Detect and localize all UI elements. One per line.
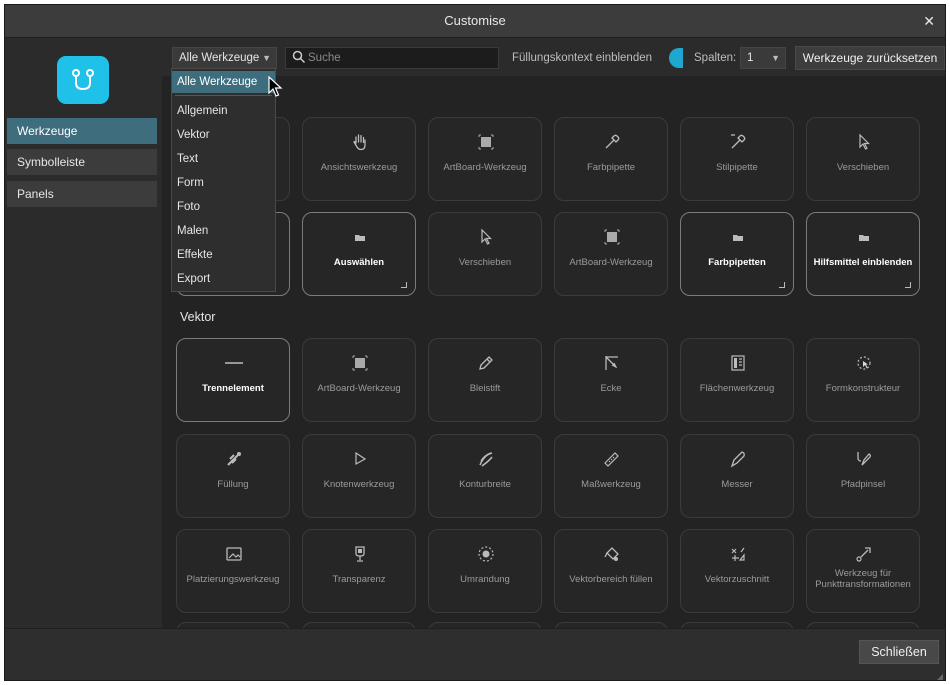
dropdown-item-malen[interactable]: Malen xyxy=(172,220,275,242)
dropdown-item-alle-werkzeuge[interactable]: Alle Werkzeuge xyxy=(172,71,275,93)
columns-select-value: 1 xyxy=(747,52,754,64)
chevron-down-icon: ▼ xyxy=(771,53,780,63)
footer: Schließen ◢ xyxy=(5,628,945,680)
tool-tile[interactable]: ArtBoard-Werkzeug xyxy=(302,338,416,422)
artboard-icon xyxy=(352,355,368,371)
category-dropdown: Alle Werkzeuge Allgemein Vektor Text For… xyxy=(171,68,276,292)
search-box[interactable] xyxy=(285,47,499,69)
tool-tile[interactable]: ArtBoard-Werkzeug xyxy=(554,212,668,296)
dropdown-item-foto[interactable]: Foto xyxy=(172,196,275,218)
search-icon xyxy=(292,50,306,64)
folder-icon xyxy=(355,235,365,241)
group-corner-icon xyxy=(401,282,407,288)
separator-icon xyxy=(225,362,243,364)
folder-icon xyxy=(733,235,743,241)
reset-tools-button[interactable]: Werkzeuge zurücksetzen xyxy=(795,46,945,70)
mouse-cursor-icon xyxy=(268,76,283,97)
tool-tile[interactable]: Formkonstrukteur xyxy=(806,338,920,422)
fill-context-toggle[interactable] xyxy=(669,48,683,68)
fill-icon xyxy=(227,452,241,466)
area-tool-icon xyxy=(731,355,745,371)
dropdown-separator xyxy=(175,95,272,96)
category-select[interactable]: Alle Werkzeuge ▼ xyxy=(172,47,277,69)
knife-icon xyxy=(730,451,745,468)
pointer-icon xyxy=(859,133,870,150)
corner-icon xyxy=(605,356,618,370)
group-corner-icon xyxy=(905,282,911,288)
resize-grip-icon[interactable]: ◢ xyxy=(937,672,943,680)
tool-tile[interactable]: Ansichtswerkzeug xyxy=(302,117,416,201)
dropdown-item-allgemein[interactable]: Allgemein xyxy=(172,100,275,122)
shape-builder-icon xyxy=(857,356,871,370)
tool-tile[interactable]: Flächenwerkzeug xyxy=(680,338,794,422)
tool-tile[interactable]: Verschieben xyxy=(806,117,920,201)
eyedropper-icon xyxy=(605,134,620,149)
tool-tile[interactable]: Umrandung xyxy=(428,529,542,613)
node-tool-icon xyxy=(355,451,367,466)
dropdown-item-text[interactable]: Text xyxy=(172,148,275,170)
tool-tile[interactable]: Vektorzuschnitt xyxy=(680,529,794,613)
tool-tile[interactable]: Knotenwerkzeug xyxy=(302,434,416,518)
artboard-icon xyxy=(604,229,620,245)
close-icon[interactable]: ✕ xyxy=(923,5,935,37)
tools-panel: Alle Werkzeuge ▼ Füllungskontext einblen… xyxy=(162,38,945,628)
tool-tile[interactable]: Transparenz xyxy=(302,529,416,613)
chevron-down-icon: ▼ xyxy=(262,53,271,63)
contour-width-icon xyxy=(479,452,493,467)
close-button[interactable]: Schließen xyxy=(859,640,939,664)
point-transform-icon xyxy=(856,547,871,562)
dropdown-item-export[interactable]: Export xyxy=(172,268,275,290)
pointer-icon xyxy=(481,228,492,245)
tool-tile[interactable]: Füllung xyxy=(176,434,290,518)
path-brush-icon xyxy=(857,452,871,466)
tool-tile[interactable]: Messer xyxy=(680,434,794,518)
tool-tile[interactable]: Stilpipette xyxy=(680,117,794,201)
transparency-icon xyxy=(355,546,365,562)
style-picker-icon xyxy=(731,134,746,149)
tool-tile[interactable]: Verschieben xyxy=(428,212,542,296)
app-logo-icon xyxy=(57,56,109,104)
columns-label: Spalten: xyxy=(694,52,737,64)
tool-tile[interactable]: Konturbreite xyxy=(428,434,542,518)
vector-crop-icon xyxy=(731,547,745,561)
sidebar-item-symbolleiste[interactable]: Symbolleiste xyxy=(7,149,157,175)
group-corner-icon xyxy=(779,282,785,288)
sidebar-item-werkzeuge[interactable]: Werkzeuge xyxy=(7,118,157,144)
tool-tile[interactable]: Ecke xyxy=(554,338,668,422)
category-select-value: Alle Werkzeuge xyxy=(179,52,260,64)
sidebar-item-panels[interactable]: Panels xyxy=(7,181,157,207)
dropdown-item-vektor[interactable]: Vektor xyxy=(172,124,275,146)
measure-icon xyxy=(604,452,619,467)
tool-tile[interactable]: Auswählen xyxy=(302,212,416,296)
customise-window: Customise ✕ Werkzeuge Symbolleiste Panel… xyxy=(4,4,946,681)
folder-icon xyxy=(859,235,869,241)
toolbar: Alle Werkzeuge ▼ Füllungskontext einblen… xyxy=(162,38,945,76)
dropdown-item-effekte[interactable]: Effekte xyxy=(172,244,275,266)
dropdown-item-form[interactable]: Form xyxy=(172,172,275,194)
sidebar: Werkzeuge Symbolleiste Panels xyxy=(5,38,162,628)
tool-tile[interactable]: Pfadpinsel xyxy=(806,434,920,518)
tool-tile[interactable]: Maßwerkzeug xyxy=(554,434,668,518)
fill-context-label: Füllungskontext einblenden xyxy=(512,52,653,64)
tool-tile[interactable]: Farbpipetten xyxy=(680,212,794,296)
section-title-vektor: Vektor xyxy=(180,310,216,324)
tool-tile[interactable]: Vektorbereich füllen xyxy=(554,529,668,613)
tool-tile[interactable]: Hilfsmittel einblenden xyxy=(806,212,920,296)
pencil-icon xyxy=(479,356,493,370)
search-input[interactable] xyxy=(308,49,493,67)
hand-icon xyxy=(353,134,366,151)
window-title: Customise xyxy=(444,13,506,28)
tool-tile[interactable]: Platzierungswerkzeug xyxy=(176,529,290,613)
artboard-icon xyxy=(478,134,494,150)
tool-tile[interactable]: Farbpipette xyxy=(554,117,668,201)
outline-icon xyxy=(478,546,494,562)
tool-tile[interactable]: ArtBoard-Werkzeug xyxy=(428,117,542,201)
columns-select[interactable]: 1 ▼ xyxy=(740,47,786,69)
title-bar: Customise ✕ xyxy=(5,5,945,38)
tool-tile[interactable]: Bleistift xyxy=(428,338,542,422)
image-icon xyxy=(226,547,242,561)
tool-tile[interactable]: Trennelement xyxy=(176,338,290,422)
vector-flood-fill-icon xyxy=(604,547,619,561)
tool-tile[interactable]: Werkzeug für Punkttransformationen xyxy=(806,529,920,613)
